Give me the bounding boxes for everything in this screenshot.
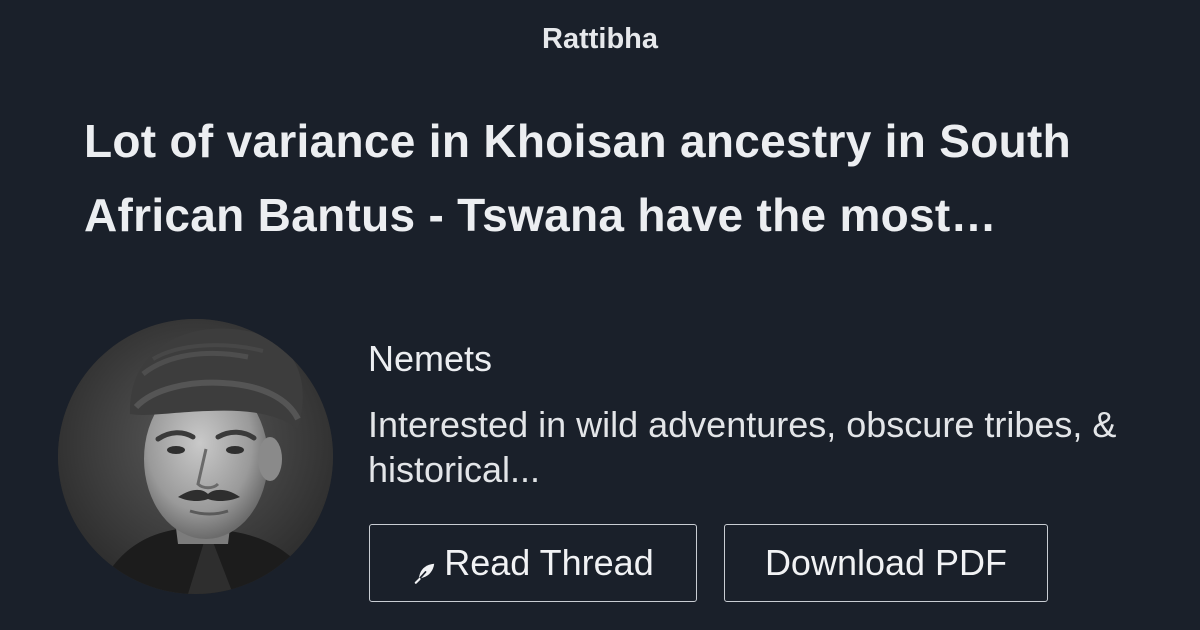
author-bio: Interested in wild adventures, obscure t… (368, 404, 1117, 490)
download-pdf-button[interactable]: Download PDF (724, 524, 1048, 602)
read-thread-label: Read Thread (444, 542, 654, 583)
download-pdf-label: Download PDF (764, 542, 1008, 583)
brand-name: Rattibha (542, 23, 658, 55)
author-portrait-image (58, 319, 333, 594)
feather-icon (412, 553, 438, 584)
author-avatar (58, 319, 333, 594)
read-thread-button[interactable]: Read Thread (369, 524, 697, 602)
author-name: Nemets (368, 338, 493, 379)
thread-title: Lot of variance in Khoisan ancestry in S… (84, 115, 1072, 241)
